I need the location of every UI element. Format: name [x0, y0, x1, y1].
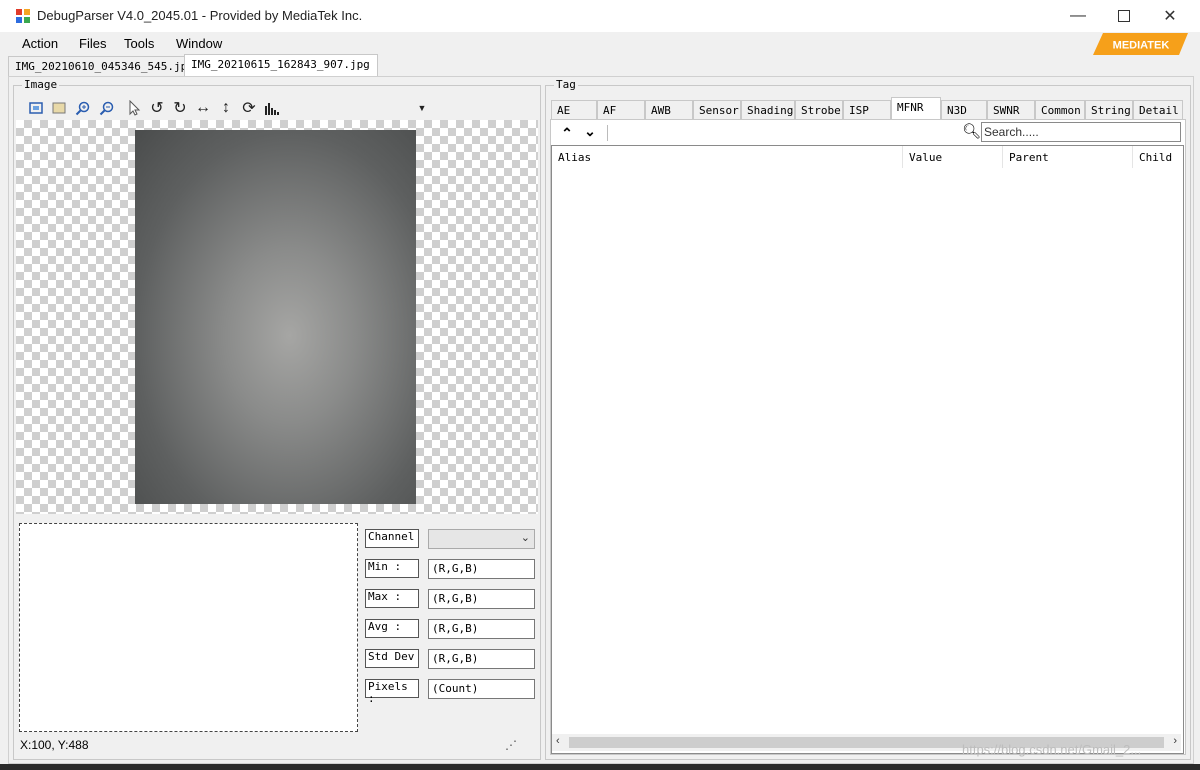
close-button[interactable]: ✕: [1147, 0, 1193, 32]
watermark-text: https://blog.csdn.net/Gmail_2...: [962, 742, 1142, 757]
dropdown-arrow-icon[interactable]: ▼: [412, 98, 432, 118]
column-value[interactable]: Value: [903, 146, 1003, 168]
close-icon: ✕: [1163, 8, 1177, 25]
histogram-area: [19, 523, 358, 732]
tag-group-label: Tag: [554, 78, 578, 91]
mediatek-logo: MEDIATEK: [1093, 33, 1188, 55]
scroll-left-icon[interactable]: ‹: [556, 735, 560, 747]
tab-af[interactable]: AF: [597, 100, 645, 120]
refresh-icon[interactable]: ⟳: [239, 98, 259, 118]
std-dev-field[interactable]: (R,G,B): [428, 649, 535, 669]
pixels-field[interactable]: (Count): [428, 679, 535, 699]
tab-n3d[interactable]: N3D: [941, 100, 987, 120]
menu-window[interactable]: Window: [176, 36, 222, 51]
flip-vertical-icon[interactable]: ↕: [216, 98, 236, 118]
tab-isp[interactable]: ISP: [843, 100, 891, 120]
cursor-coordinates: X:100, Y:488: [20, 738, 89, 752]
scroll-right-icon[interactable]: ›: [1173, 735, 1177, 747]
maximize-icon: [1118, 10, 1130, 22]
zoom-in-icon[interactable]: [73, 98, 93, 118]
histogram-icon[interactable]: [262, 98, 282, 118]
pixels-label: Pixels :: [365, 679, 419, 705]
column-alias[interactable]: Alias: [552, 146, 903, 168]
tab-shading[interactable]: Shading: [741, 100, 795, 120]
search-input[interactable]: Search.....: [981, 122, 1181, 142]
search-icon: 🔍︎: [962, 123, 982, 140]
column-child[interactable]: Child: [1133, 146, 1181, 168]
preview-image: [135, 130, 416, 504]
logo-text: MEDIATEK: [1113, 40, 1170, 52]
min-label: Min :: [365, 559, 419, 578]
image-canvas[interactable]: [16, 120, 538, 514]
maximize-button[interactable]: [1101, 0, 1147, 32]
menu-tools[interactable]: Tools: [124, 36, 154, 51]
actual-size-icon[interactable]: [49, 98, 69, 118]
tab-sensor[interactable]: Sensor: [693, 100, 741, 120]
menu-files[interactable]: Files: [79, 36, 106, 51]
image-toolbar: ↺ ↻ ↔ ↕ ⟳ ▼: [18, 98, 538, 120]
resize-grip-icon[interactable]: ⋰: [505, 738, 519, 752]
max-label: Max :: [365, 589, 419, 608]
toolbar-divider: [607, 125, 608, 141]
title-bar: DebugParser V4.0_2045.01 - Provided by M…: [0, 0, 1200, 32]
chevron-down-icon: ⌄: [520, 532, 530, 544]
taskbar-strip: [0, 764, 1200, 770]
channel-label: Channel: [365, 529, 419, 548]
file-tab-2[interactable]: IMG_20210615_162843_907.jpg: [184, 54, 378, 77]
zoom-out-icon[interactable]: [97, 98, 117, 118]
tag-group: Tag AE AF AWB Sensor Shading Strobe ISP …: [545, 78, 1191, 760]
mfnr-tab-content: ⌃ ⌄ 🔍︎ Search..... Alias Value Parent Ch…: [550, 119, 1186, 755]
max-field[interactable]: (R,G,B): [428, 589, 535, 609]
rotate-left-icon[interactable]: ↺: [147, 98, 167, 118]
fit-screen-icon[interactable]: [26, 98, 46, 118]
min-field[interactable]: (R,G,B): [428, 559, 535, 579]
minimize-icon: —: [1070, 7, 1086, 24]
tab-common[interactable]: Common: [1035, 100, 1085, 120]
rotate-right-icon[interactable]: ↻: [170, 98, 190, 118]
tab-mfnr[interactable]: MFNR: [891, 97, 941, 120]
tab-detail[interactable]: Detail: [1133, 100, 1183, 120]
flip-horizontal-icon[interactable]: ↔: [193, 98, 213, 118]
app-icon: [16, 9, 30, 23]
tab-strobe[interactable]: Strobe: [795, 100, 843, 120]
pointer-icon[interactable]: [124, 98, 144, 118]
expand-all-icon[interactable]: ⌃: [557, 124, 577, 142]
file-tab-1[interactable]: IMG_20210610_045346_545.jpg: [8, 56, 196, 77]
tag-tab-strip: AE AF AWB Sensor Shading Strobe ISP MFNR…: [551, 97, 1183, 120]
menu-action[interactable]: Action: [22, 36, 58, 51]
tab-swnr[interactable]: SWNR: [987, 100, 1035, 120]
image-group-label: Image: [22, 78, 60, 91]
document-panel: Image ↺ ↻ ↔ ↕ ⟳ ▼ Channel ⌄ Min: (R,G,B…: [8, 76, 1194, 764]
column-parent[interactable]: Parent: [1003, 146, 1133, 168]
tab-ae[interactable]: AE: [551, 100, 597, 120]
tab-awb[interactable]: AWB: [645, 100, 693, 120]
avg-field[interactable]: (R,G,B): [428, 619, 535, 639]
image-group: Image ↺ ↻ ↔ ↕ ⟳ ▼ Channel ⌄ Min: (R,G,B…: [13, 78, 541, 760]
std-dev-label: Std Dev: [365, 649, 419, 668]
tab-string[interactable]: String: [1085, 100, 1133, 120]
menu-bar: Action Files Tools Window: [0, 32, 1200, 56]
collapse-all-icon[interactable]: ⌄: [580, 124, 600, 142]
channel-select[interactable]: ⌄: [428, 529, 535, 549]
window-title: DebugParser V4.0_2045.01 - Provided by M…: [37, 8, 363, 23]
avg-label: Avg :: [365, 619, 419, 638]
minimize-button[interactable]: —: [1055, 0, 1101, 32]
tag-table[interactable]: Alias Value Parent Child ‹ ›: [551, 145, 1184, 754]
